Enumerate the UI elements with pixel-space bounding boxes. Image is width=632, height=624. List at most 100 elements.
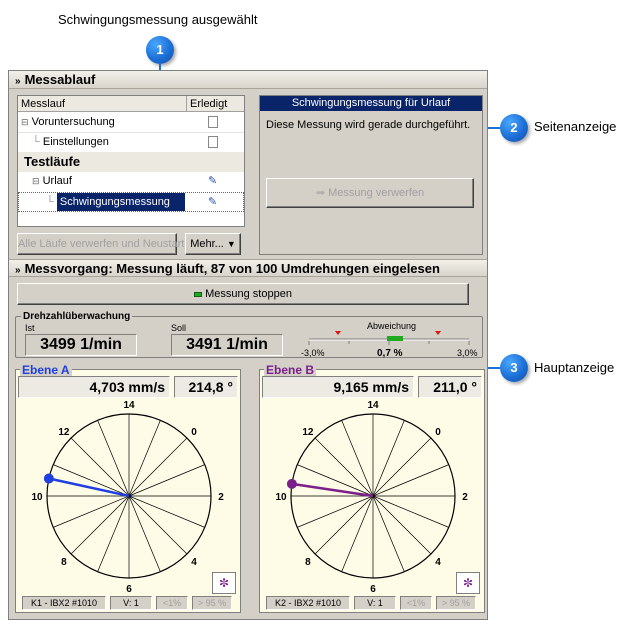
messvorgang-header[interactable]: » Messvorgang: Messung läuft, 87 von 100 … xyxy=(9,259,487,277)
vibration-vector xyxy=(291,482,374,498)
ist-value: 3499 1/min xyxy=(25,334,137,356)
deviation-min: -3,0% xyxy=(301,348,325,358)
soll-value: 3491 1/min xyxy=(171,334,283,356)
callout-3-bubble: 3 xyxy=(500,354,528,382)
vector-tip-marker xyxy=(286,478,297,489)
ist-label: Ist xyxy=(25,323,35,333)
dial-label: 8 xyxy=(61,557,67,568)
run-tree[interactable]: Messlauf Erledigt ⊟ Voruntersuchung └ Ei… xyxy=(17,95,245,227)
measurement-running-icon: ✎ xyxy=(208,196,218,208)
tree-item-label: Voruntersuchung xyxy=(31,116,115,128)
tree-item-voruntersuchung[interactable]: ⊟ Voruntersuchung xyxy=(21,113,115,131)
plane-a-tool-button[interactable]: ✼ xyxy=(212,572,236,594)
side-panel-text: Diese Messung wird gerade durchgeführt. xyxy=(266,119,471,131)
stop-measurement-label: Messung stoppen xyxy=(205,288,292,300)
dial-label: 2 xyxy=(218,492,224,503)
deviation-indicator xyxy=(387,336,403,341)
dial-label: 4 xyxy=(191,557,197,568)
plane-b-amplitude: 9,165 mm/s xyxy=(262,376,414,398)
deviation-gauge xyxy=(308,331,470,345)
plane-b-polar-dial: 14 0 2 4 6 8 10 12 xyxy=(275,400,468,592)
callout-1-text: Schwingungsmessung ausgewählt xyxy=(58,12,258,27)
lower-limit-marker xyxy=(335,331,341,335)
more-button-label: Mehr... xyxy=(190,238,224,250)
dial-label: 6 xyxy=(126,584,132,592)
dial-label: 0 xyxy=(435,427,441,438)
tree-group-label: Testläufe xyxy=(24,154,81,169)
dial-label: 12 xyxy=(58,427,70,438)
document-icon xyxy=(208,116,218,128)
messablauf-header[interactable]: » Messablauf xyxy=(9,71,487,89)
tree-connector-icon: └ xyxy=(46,196,54,208)
discard-measurement-button[interactable]: ➡ Messung verwerfen xyxy=(266,178,474,208)
plane-a-angle: 214,8 ° xyxy=(174,376,238,398)
dropdown-arrow-icon: ▼ xyxy=(226,239,236,249)
dial-spoke xyxy=(70,495,130,555)
callout-3-text: Hauptanzeige xyxy=(534,360,615,375)
messvorgang-title: Messvorgang: Messung läuft, 87 von 100 U… xyxy=(24,261,440,276)
dial-spoke xyxy=(70,437,130,497)
plane-a-title: Ebene A xyxy=(20,363,72,377)
dial-label: 10 xyxy=(31,492,43,503)
tree-col-done[interactable]: Erledigt xyxy=(186,96,244,112)
plane-b-angle: 211,0 ° xyxy=(418,376,482,398)
plane-a-polar-dial: 14 0 2 4 6 8 10 12 xyxy=(31,400,224,592)
more-button[interactable]: Mehr... ▼ xyxy=(185,233,241,255)
discard-measurement-label: Messung verwerfen xyxy=(328,187,425,199)
callout-2-bubble: 2 xyxy=(500,114,528,142)
tree-group-testlaeufe: Testläufe xyxy=(24,152,80,172)
plane-a-status-channel: K1 - IBX2 #1010 xyxy=(22,596,106,610)
plane-a-status-lt1: <1% xyxy=(156,596,188,610)
plane-b-tool-button[interactable]: ✼ xyxy=(456,572,480,594)
dial-label: 6 xyxy=(370,584,376,592)
plane-b-status-gt95: > 95 % xyxy=(436,596,476,610)
main-window: » Messablauf Messlauf Erledigt ⊟ Vorunter… xyxy=(8,70,488,620)
green-led-icon xyxy=(194,291,203,297)
dial-label: 10 xyxy=(275,492,287,503)
tree-item-einstellungen[interactable]: └ Einstellungen xyxy=(32,133,109,151)
plane-a-status-gt95: > 95 % xyxy=(192,596,232,610)
vibration-vector xyxy=(48,477,130,498)
plane-b-status-lt1: <1% xyxy=(400,596,432,610)
dial-label: 8 xyxy=(305,557,311,568)
messablauf-title: Messablauf xyxy=(24,72,96,87)
callout-1-bubble: 1 xyxy=(146,36,174,64)
side-panel-title: Schwingungsmessung für Urlauf xyxy=(260,96,482,111)
dial-spoke xyxy=(314,437,374,497)
tree-item-label: Urlauf xyxy=(42,175,72,187)
dial-spoke xyxy=(128,437,188,497)
dial-label: 2 xyxy=(462,492,468,503)
plane-a-panel: Ebene A 4,703 mm/s 214,8 ° 14 0 2 4 6 8 10 12 ✼… xyxy=(15,363,241,613)
dial-label: 14 xyxy=(367,400,379,411)
callout-2-text: Seitenanzeige xyxy=(534,119,617,134)
dial-label: 14 xyxy=(123,400,135,411)
chevron-collapse-icon: » xyxy=(15,76,21,87)
plane-b-status-v: V: 1 xyxy=(354,596,396,610)
plane-a-amplitude: 4,703 mm/s xyxy=(18,376,170,398)
side-panel: Schwingungsmessung für Urlauf Diese Mess… xyxy=(259,95,483,255)
upper-limit-marker xyxy=(435,331,441,335)
chevron-collapse-icon: » xyxy=(15,265,21,276)
document-icon xyxy=(208,136,218,148)
tree-col-run[interactable]: Messlauf xyxy=(18,96,186,112)
stop-measurement-button[interactable]: Messung stoppen xyxy=(17,283,469,305)
deviation-value: 0,7 % xyxy=(377,348,403,359)
dial-spoke xyxy=(372,437,432,497)
dial-spoke xyxy=(372,495,432,555)
tree-item-schwingungsmessung[interactable]: └ Schwingungsmessung xyxy=(46,193,185,211)
vector-tip-marker xyxy=(43,473,54,484)
tree-item-label: Einstellungen xyxy=(42,136,109,148)
plane-a-status-v: V: 1 xyxy=(110,596,152,610)
tree-collapse-icon: ⊟ xyxy=(32,176,40,186)
measurement-running-icon: ✎ xyxy=(208,175,218,187)
tree-item-urlauf[interactable]: ⊟ Urlauf xyxy=(32,172,72,190)
dial-label: 12 xyxy=(302,427,314,438)
discard-icon: ➡ xyxy=(315,187,326,199)
tree-collapse-icon: ⊟ xyxy=(21,117,29,127)
discard-all-restart-button[interactable]: Alle Läufe verwerfen und Neustart xyxy=(17,233,184,255)
tree-connector-icon: └ xyxy=(32,136,40,148)
deviation-max: 3,0% xyxy=(457,348,478,358)
plane-b-title: Ebene B xyxy=(264,363,317,377)
plane-b-status-channel: K2 - IBX2 #1010 xyxy=(266,596,350,610)
dial-label: 4 xyxy=(435,557,441,568)
